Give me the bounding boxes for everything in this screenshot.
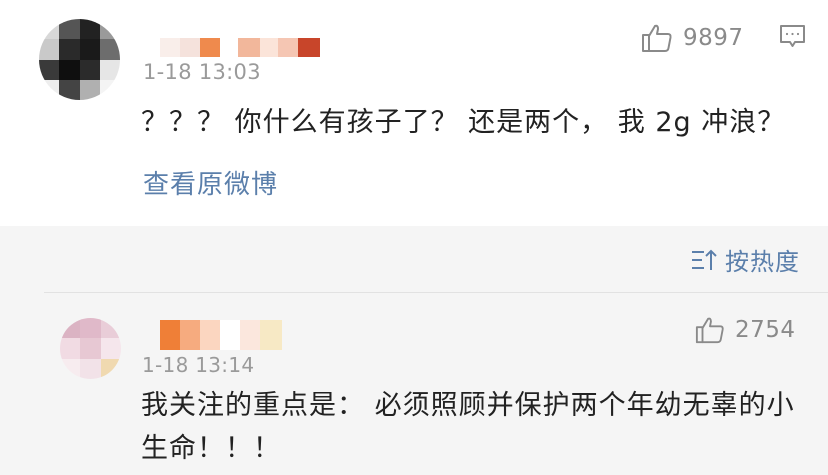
sort-by-hot-button[interactable]: 按热度 [691, 242, 800, 277]
comment-text: ？？？ 你什么有孩子了？ 还是两个， 我 2g 冲浪？ [141, 107, 786, 138]
divider [44, 292, 828, 293]
sort-label: 按热度 [725, 248, 800, 276]
like-button[interactable]: 9897 [641, 22, 744, 54]
comment-timestamp: 1-18 13:03 [143, 60, 261, 84]
sort-icon [692, 249, 717, 270]
comment-timestamp: 1-18 13:14 [142, 353, 255, 377]
username-obscured[interactable] [160, 38, 322, 57]
like-count: 9897 [683, 25, 744, 51]
comment-bubble-icon[interactable] [779, 23, 806, 54]
avatar[interactable] [39, 19, 120, 100]
comment-card-1: 1-18 13:03 9897 ？？？ 你什么有孩子了？ 还是两个， 我 2g … [0, 0, 828, 226]
like-count: 2754 [735, 317, 796, 343]
thumbs-up-icon [642, 24, 672, 52]
comment-text: 我关注的重点是： 必须照顾并保护两个年幼无辜的小生命！！！ [141, 390, 795, 464]
view-original-link[interactable]: 查看原微博 [143, 164, 278, 201]
username-obscured[interactable] [160, 320, 282, 350]
thumbs-up-icon [695, 317, 724, 344]
avatar[interactable] [60, 318, 121, 379]
like-button[interactable]: 2754 [695, 315, 796, 345]
